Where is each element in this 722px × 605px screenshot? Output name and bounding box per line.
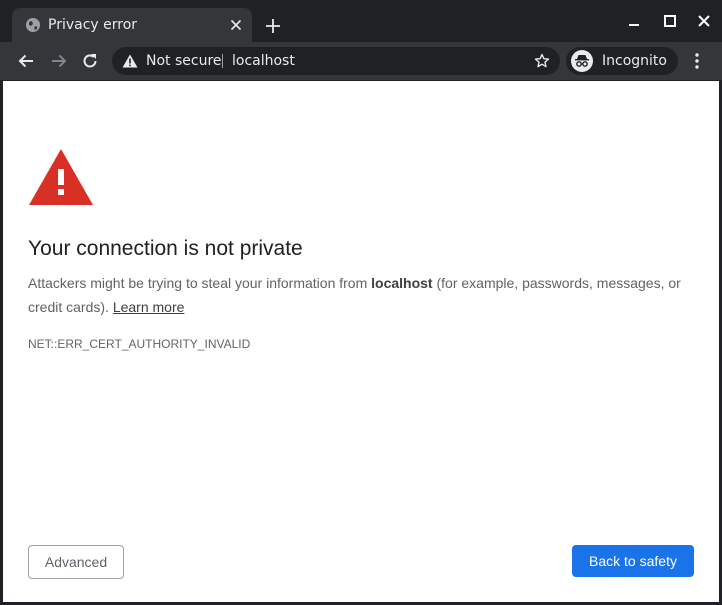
new-tab-icon[interactable] xyxy=(262,15,284,37)
error-description: Attackers might be trying to steal your … xyxy=(28,271,700,319)
tab-strip: Privacy error xyxy=(0,0,722,42)
tab-close-icon[interactable] xyxy=(228,17,244,33)
learn-more-link[interactable]: Learn more xyxy=(113,299,185,315)
security-status-label[interactable]: Not secure xyxy=(146,52,222,70)
address-bar[interactable]: Not secure localhost xyxy=(112,47,560,75)
minimize-icon[interactable] xyxy=(624,11,644,31)
incognito-profile-button[interactable]: Incognito xyxy=(566,47,678,75)
back-to-safety-button[interactable]: Back to safety xyxy=(572,545,694,577)
page-heading: Your connection is not private xyxy=(28,237,303,260)
error-code[interactable]: NET::ERR_CERT_AUTHORITY_INVALID xyxy=(28,336,250,352)
tab-privacy-error[interactable]: Privacy error xyxy=(12,8,252,42)
bookmark-star-icon[interactable] xyxy=(534,53,550,69)
reload-icon[interactable] xyxy=(80,51,100,71)
incognito-icon xyxy=(571,50,593,72)
advanced-button[interactable]: Advanced xyxy=(28,545,124,579)
browser-window: Privacy error Not secure localhost Incog… xyxy=(0,0,722,605)
description-text-1: Attackers might be trying to steal your … xyxy=(28,275,372,291)
host-name: localhost xyxy=(371,275,433,291)
maximize-icon[interactable] xyxy=(660,11,680,31)
toolbar: Not secure localhost Incognito xyxy=(0,42,722,80)
globe-icon xyxy=(26,18,40,32)
close-icon[interactable] xyxy=(694,11,714,31)
warning-icon[interactable] xyxy=(122,54,138,68)
forward-arrow-icon[interactable] xyxy=(49,51,69,71)
back-arrow-icon[interactable] xyxy=(16,51,36,71)
tab-title: Privacy error xyxy=(48,17,138,33)
interstitial-page: Your connection is not private Attackers… xyxy=(3,81,719,602)
large-warning-icon xyxy=(29,149,93,205)
omnibox-separator xyxy=(222,54,223,68)
incognito-label: Incognito xyxy=(602,53,667,69)
more-menu-icon[interactable] xyxy=(687,51,707,71)
url-text[interactable]: localhost xyxy=(232,52,295,70)
